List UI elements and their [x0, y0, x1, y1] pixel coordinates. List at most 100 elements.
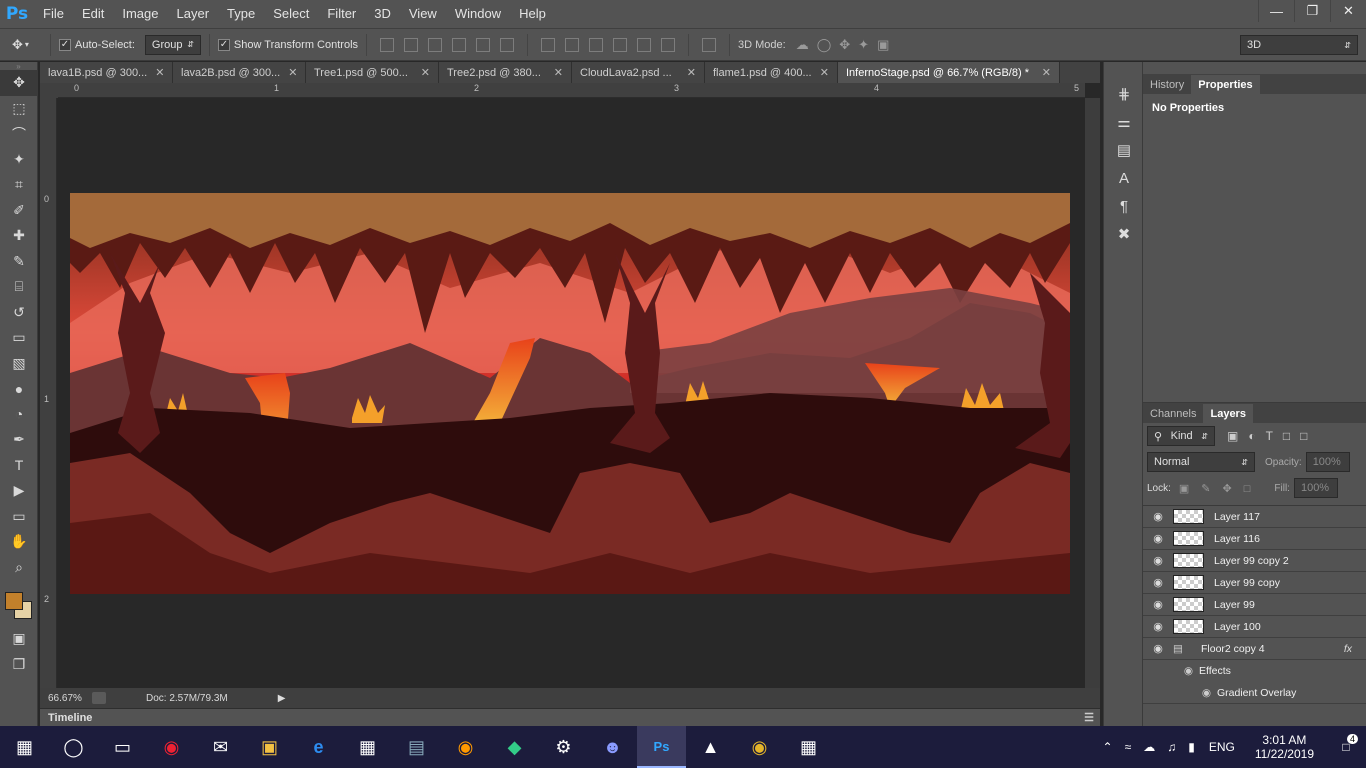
restore-button[interactable]: ❐	[1294, 0, 1330, 22]
task-view-icon[interactable]: ▭	[98, 726, 147, 768]
effects-row[interactable]: ◉ Effects	[1143, 660, 1366, 682]
network-icon[interactable]: ≈	[1125, 740, 1132, 754]
timeline-panel[interactable]: Timeline ☰	[40, 708, 1100, 726]
distribute-bottom-icon[interactable]	[589, 37, 604, 52]
clone-source-icon[interactable]: ▤	[1104, 136, 1144, 164]
steam-icon[interactable]: ⚙	[539, 726, 588, 768]
auto-align-icon[interactable]	[702, 37, 717, 52]
tool-presets-icon[interactable]: ✖	[1104, 220, 1144, 248]
zoom-level[interactable]: 66.67%	[48, 693, 92, 704]
close-icon[interactable]: ✕	[1042, 66, 1051, 79]
foreground-color-swatch[interactable]	[5, 592, 23, 610]
layer-row[interactable]: ◉ Layer 117	[1143, 506, 1366, 528]
rectangle-icon[interactable]: ▭	[0, 504, 38, 530]
close-button[interactable]: ✕	[1330, 0, 1366, 22]
chevron-up-icon[interactable]: ⌃	[1103, 740, 1113, 754]
app4-icon[interactable]: ◆	[490, 726, 539, 768]
brush-presets-icon[interactable]: ⚌	[1104, 108, 1144, 136]
zoom-icon[interactable]: ⌕	[0, 555, 38, 581]
eye-icon[interactable]: ◉	[1143, 576, 1173, 589]
layer-row[interactable]: ◉ Layer 100	[1143, 616, 1366, 638]
panel-menu-icon[interactable]: ☰	[1084, 711, 1094, 724]
photoshop-icon[interactable]: Ps	[637, 726, 686, 768]
group-layer-row[interactable]: ◉ ▤ Floor2 copy 4 fx	[1143, 638, 1366, 660]
app2-icon[interactable]: ▤	[392, 726, 441, 768]
explorer-icon[interactable]: ▣	[245, 726, 294, 768]
menu-image[interactable]: Image	[113, 0, 167, 28]
photos-icon[interactable]: ▲	[686, 726, 735, 768]
calculator-icon[interactable]: ▦	[784, 726, 833, 768]
cloud-icon[interactable]: ☁	[1143, 740, 1155, 754]
lasso-icon[interactable]: ⌒	[0, 121, 38, 147]
3d-mode-icons[interactable]: ☁◯✥✦▣	[796, 37, 898, 53]
align-right-icon[interactable]	[500, 37, 515, 52]
app1-icon[interactable]: ◉	[147, 726, 196, 768]
search-icon[interactable]: ◯	[49, 726, 98, 768]
menu-view[interactable]: View	[400, 0, 446, 28]
pen-icon[interactable]: ✒	[0, 427, 38, 453]
close-icon[interactable]: ✕	[155, 66, 164, 79]
brush-settings-icon[interactable]: ⋕	[1104, 80, 1144, 108]
eye-icon[interactable]: ◉	[1143, 620, 1173, 633]
layer-row[interactable]: ◉ Layer 116	[1143, 528, 1366, 550]
close-icon[interactable]: ✕	[820, 66, 829, 79]
auto-select-dropdown[interactable]: Group ⇵	[144, 34, 201, 55]
screen-mode-icon[interactable]: ❐	[0, 652, 38, 678]
close-icon[interactable]: ✕	[288, 66, 297, 79]
inferno-stage-artwork[interactable]	[70, 193, 1070, 594]
distribute-top-icon[interactable]	[541, 37, 556, 52]
distribute-vcenter-icon[interactable]	[565, 37, 580, 52]
align-vcenter-icon[interactable]	[404, 37, 419, 52]
align-bottom-icon[interactable]	[428, 37, 443, 52]
fx-icon[interactable]: fx	[1344, 643, 1352, 655]
auto-select-checkbox[interactable]: ✓ Auto-Select:	[59, 38, 135, 51]
menu-type[interactable]: Type	[218, 0, 264, 28]
tab-flame1[interactable]: flame1.psd @ 400... ✕	[705, 62, 838, 83]
brush-icon[interactable]: ✎	[0, 249, 38, 275]
blur-icon[interactable]: ●	[0, 376, 38, 402]
mail-icon[interactable]: ✉	[196, 726, 245, 768]
eye-icon[interactable]: ◉	[1143, 532, 1173, 545]
tab-history[interactable]: History	[1143, 75, 1191, 94]
opacity-field[interactable]: 100%	[1305, 452, 1350, 472]
app3-icon[interactable]: ◉	[441, 726, 490, 768]
fill-field[interactable]: 100%	[1293, 478, 1338, 498]
effect-item-row[interactable]: ◉ Gradient Overlay	[1143, 682, 1366, 704]
lock-icons[interactable]: ▣✎✥□	[1179, 482, 1262, 495]
layer-row[interactable]: ◉ Layer 99 copy 2	[1143, 550, 1366, 572]
healing-icon[interactable]: ✚	[0, 223, 38, 249]
align-top-icon[interactable]	[380, 37, 395, 52]
dodge-icon[interactable]: ◔	[0, 402, 38, 428]
discord-icon[interactable]: ☻	[588, 726, 637, 768]
align-left-icon[interactable]	[452, 37, 467, 52]
layer-row[interactable]: ◉ Layer 99	[1143, 594, 1366, 616]
minimize-button[interactable]: —	[1258, 0, 1294, 22]
windows-icon[interactable]: ▦	[0, 726, 49, 768]
menu-window[interactable]: Window	[446, 0, 510, 28]
notifications-button[interactable]: □ 4	[1326, 734, 1366, 754]
eye-icon[interactable]: ◉	[1143, 642, 1173, 655]
menu-help[interactable]: Help	[510, 0, 555, 28]
timeline-label[interactable]: Timeline	[48, 712, 92, 724]
battery-icon[interactable]: ▮	[1188, 740, 1195, 754]
tab-tree1[interactable]: Tree1.psd @ 500... ✕	[306, 62, 439, 83]
crop-icon[interactable]: ⌗	[0, 172, 38, 198]
layer-filter-dropdown[interactable]: ⚲ Kind ⇵	[1147, 426, 1215, 446]
quick-mask-icon[interactable]: ▣	[0, 626, 38, 652]
store-icon[interactable]: ▦	[343, 726, 392, 768]
distribute-left-icon[interactable]	[613, 37, 628, 52]
menu-layer[interactable]: Layer	[168, 0, 219, 28]
filter-icons[interactable]: ▣◐T□□	[1227, 429, 1317, 443]
eye-icon[interactable]: ◉	[1143, 665, 1199, 677]
distribute-hcenter-icon[interactable]	[637, 37, 652, 52]
chrome-icon[interactable]: ◉	[735, 726, 784, 768]
path-select-icon[interactable]: ▶	[0, 478, 38, 504]
eyedropper-icon[interactable]: ✐	[0, 198, 38, 224]
volume-icon[interactable]: ♫	[1167, 740, 1176, 754]
character-icon[interactable]: A	[1104, 164, 1144, 192]
history-brush-icon[interactable]: ↺	[0, 300, 38, 326]
blend-mode-dropdown[interactable]: Normal ⇵	[1147, 452, 1255, 472]
align-hcenter-icon[interactable]	[476, 37, 491, 52]
language-indicator[interactable]: ENG	[1209, 740, 1235, 754]
gradient-icon[interactable]: ▧	[0, 351, 38, 377]
